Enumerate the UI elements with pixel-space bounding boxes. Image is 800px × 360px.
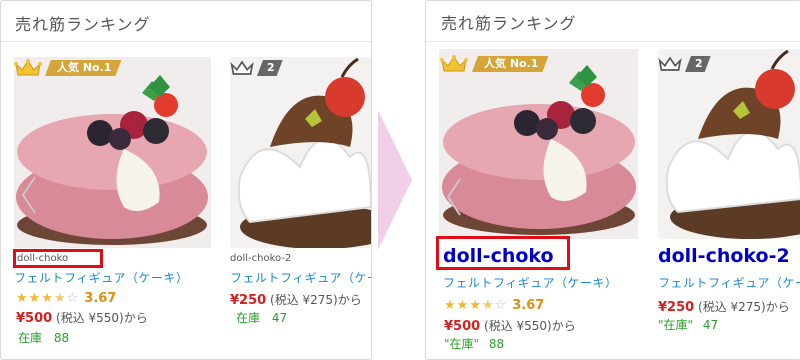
star-empty-icon: ☆ <box>494 298 507 313</box>
product-image-cake-pink[interactable]: 人気 No.1 <box>439 49 638 239</box>
stock-row: 在庫 47 <box>236 309 287 326</box>
stock-count: 47 <box>702 318 719 332</box>
price: ¥500 <box>444 319 481 334</box>
star-icon: ★ <box>444 298 456 313</box>
rank-badge: 人気 No.1 <box>439 53 548 75</box>
chevron-left-icon <box>446 178 461 216</box>
price: ¥500 <box>16 311 53 326</box>
price-tax: (税込 ¥275)から <box>698 300 790 314</box>
chevron-left-icon <box>21 176 36 214</box>
product-image-cake-cream[interactable]: 2 <box>658 49 800 239</box>
product-card-2[interactable]: 2 doll-choko-2 フェルトフィギュア（ケー ¥250 (税込 ¥27… <box>230 57 371 357</box>
transition-arrow <box>378 110 418 250</box>
highlight-box <box>13 249 103 268</box>
star-icon: ★ <box>28 291 41 306</box>
price-tax: (税込 ¥275)から <box>270 293 362 307</box>
price-tax: (税込 ¥550)から <box>484 319 576 333</box>
price-row: ¥500 (税込 ¥550)から <box>16 309 148 326</box>
price-row: ¥250 (税込 ¥275)から <box>230 291 362 308</box>
stock-label: "在庫" <box>444 337 480 351</box>
stock-row: "在庫" 47 <box>658 316 718 333</box>
price-row: ¥250 (税込 ¥275)から <box>658 298 790 315</box>
arrow-right-icon <box>378 110 412 250</box>
price-row: ¥500 (税込 ¥550)から <box>444 317 576 334</box>
crown-gray-icon <box>230 60 254 75</box>
rating: ★ ★ ★ ★ ☆ 3.67 <box>16 291 116 306</box>
rank-label: 2 <box>685 56 711 72</box>
price-tax: (税込 ¥550)から <box>56 311 148 325</box>
star-icon: ★ <box>469 298 481 313</box>
rating: ★ ★ ★ ★ ☆ 3.67 <box>444 298 544 313</box>
rank-badge: 2 <box>658 53 711 75</box>
stock-count: 88 <box>488 337 505 351</box>
product-image-cake-cream[interactable]: 2 <box>230 57 371 248</box>
rank-label: 2 <box>257 60 283 76</box>
stock-row: 在庫 88 <box>18 329 69 346</box>
product-category[interactable]: フェルトフィギュア（ケー <box>230 269 371 286</box>
price: ¥250 <box>230 293 267 308</box>
crown-gray-icon <box>658 56 682 71</box>
rank-badge: 2 <box>230 57 283 79</box>
product-category[interactable]: フェルトフィギュア（ケーキ） <box>443 274 618 291</box>
product-image-cake-pink[interactable]: 人気 No.1 <box>14 57 211 248</box>
carousel-prev-button[interactable] <box>20 175 38 215</box>
star-icon: ★ <box>16 291 28 306</box>
carousel-prev-button[interactable] <box>445 177 463 217</box>
rating-value: 3.67 <box>84 291 117 306</box>
crown-gold-icon <box>440 55 468 72</box>
ranking-panel-after: 売れ筋ランキング 人気 No.1 doll-choko フェルトフィギュア（ケー… <box>425 0 800 360</box>
ranking-panel-before: 売れ筋ランキング 人気 No.1 doll-choko フェルトフィギュア（ケー… <box>0 0 372 360</box>
product-card-2[interactable]: 2 doll-choko-2 フェルトフィギュア（ケー ¥250 (税込 ¥27… <box>658 49 800 359</box>
product-category[interactable]: フェルトフィギュア（ケーキ） <box>14 269 189 286</box>
stock-row: "在庫" 88 <box>444 335 504 352</box>
stock-label: 在庫 <box>236 311 261 325</box>
star-empty-icon: ☆ <box>66 291 79 306</box>
stock-count: 88 <box>53 331 70 345</box>
star-icon: ★ <box>41 291 53 306</box>
star-half-icon: ★ <box>481 298 494 313</box>
rating-value: 3.67 <box>512 298 545 313</box>
product-name[interactable]: doll-choko-2 <box>230 253 291 264</box>
highlight-box <box>436 236 570 270</box>
panel-header: 売れ筋ランキング <box>426 1 800 42</box>
panel-header: 売れ筋ランキング <box>1 1 371 42</box>
panel-title: 売れ筋ランキング <box>15 15 151 34</box>
product-category[interactable]: フェルトフィギュア（ケー <box>658 274 800 291</box>
price: ¥250 <box>658 300 695 315</box>
star-icon: ★ <box>456 298 469 313</box>
stock-count: 47 <box>271 311 288 325</box>
rank-label: 人気 No.1 <box>45 60 121 76</box>
star-half-icon: ★ <box>53 291 66 306</box>
stock-label: "在庫" <box>658 318 694 332</box>
rank-badge: 人気 No.1 <box>14 57 121 79</box>
product-name[interactable]: doll-choko-2 <box>658 245 790 267</box>
product-card-1[interactable]: 人気 No.1 doll-choko フェルトフィギュア（ケーキ） ★ ★ ★ … <box>439 49 639 359</box>
rank-label: 人気 No.1 <box>472 56 548 72</box>
product-card-1[interactable]: 人気 No.1 doll-choko フェルトフィギュア（ケーキ） ★ ★ ★ … <box>14 57 214 357</box>
panel-title: 売れ筋ランキング <box>441 14 577 33</box>
crown-gold-icon <box>14 59 42 76</box>
stock-label: 在庫 <box>18 331 43 345</box>
